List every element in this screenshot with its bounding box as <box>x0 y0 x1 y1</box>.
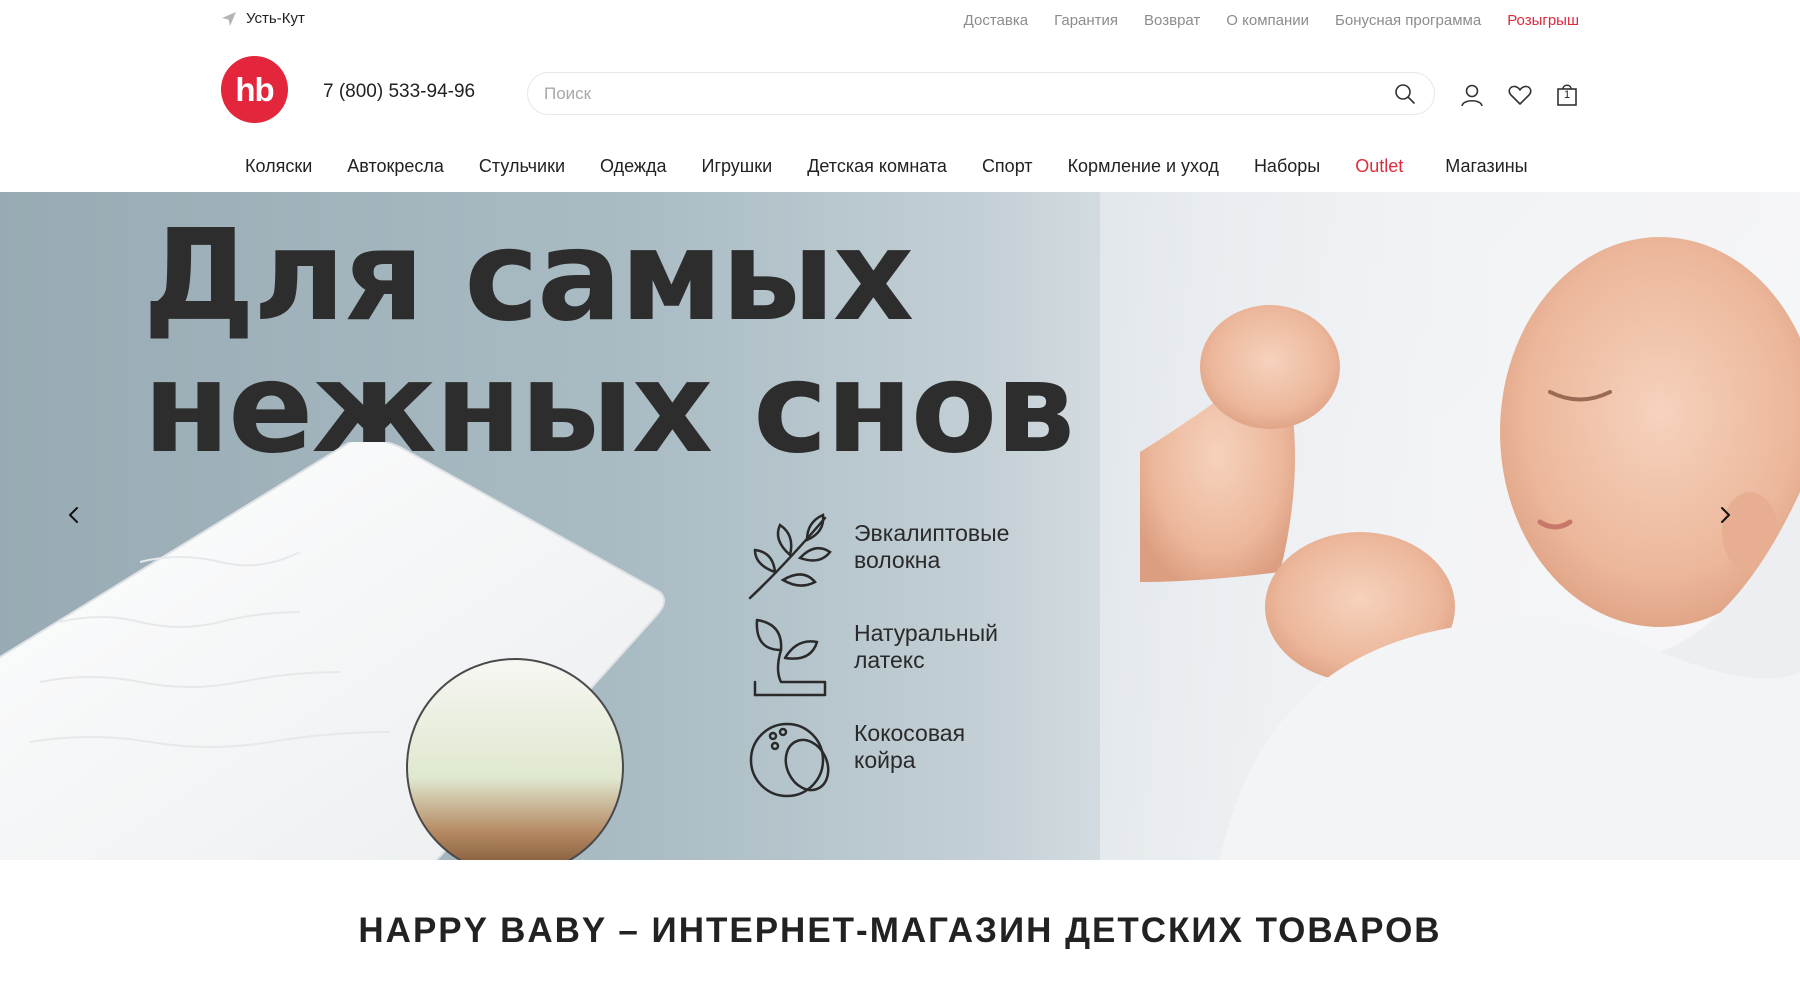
top-link-bonus-program[interactable]: Бонусная программа <box>1335 12 1481 29</box>
nav-item-high-chairs[interactable]: Стульчики <box>479 156 565 177</box>
logo[interactable]: hb <box>221 56 288 123</box>
category-nav: Коляски Автокресла Стульчики Одежда Игру… <box>245 156 1563 177</box>
chevron-right-icon <box>1721 507 1730 523</box>
feature-item: Кокосовая койра <box>745 710 1045 810</box>
nav-item-strollers[interactable]: Коляски <box>245 156 312 177</box>
chevron-left-icon <box>69 507 78 523</box>
feature-text: Эвкалиптовые волокна <box>854 520 1054 574</box>
carousel-next-button[interactable] <box>1709 499 1741 531</box>
eucalyptus-branch-icon <box>748 513 832 600</box>
search-icon[interactable] <box>1394 83 1416 105</box>
location-arrow-icon <box>222 11 236 26</box>
nav-item-outlet[interactable]: Outlet <box>1355 156 1403 177</box>
nav-item-sport[interactable]: Спорт <box>982 156 1033 177</box>
feature-line2: латекс <box>854 647 925 673</box>
top-links: Доставка Гарантия Возврат О компании Бон… <box>964 12 1579 29</box>
search-input[interactable] <box>544 73 1364 114</box>
feature-item: Эвкалиптовые волокна <box>745 510 1045 610</box>
favorites-button[interactable] <box>1507 82 1533 108</box>
nav-item-clothing[interactable]: Одежда <box>600 156 666 177</box>
search-bar <box>527 72 1435 115</box>
cart-button[interactable]: 1 <box>1554 82 1580 108</box>
user-icon <box>1461 84 1483 107</box>
mattress-image <box>0 442 665 860</box>
feature-item: Натуральный латекс <box>745 610 1045 710</box>
nav-item-sets[interactable]: Наборы <box>1254 156 1320 177</box>
cart-count: 1 <box>1563 89 1571 101</box>
top-bar: Усть-Кут Доставка Гарантия Возврат О ком… <box>0 0 1800 42</box>
phone-number[interactable]: 7 (800) 533-94-96 <box>323 81 475 103</box>
top-link-returns[interactable]: Возврат <box>1144 12 1200 29</box>
feature-line1: Кокосовая <box>854 720 966 746</box>
nav-item-kids-room[interactable]: Детская комната <box>807 156 947 177</box>
top-link-giveaway[interactable]: Розыгрыш <box>1507 12 1579 29</box>
logo-text: hb <box>235 70 274 108</box>
nav-item-stores[interactable]: Магазины <box>1445 156 1527 177</box>
top-link-about[interactable]: О компании <box>1226 12 1309 29</box>
feature-text: Натуральный латекс <box>854 620 1054 674</box>
nav-item-feeding-care[interactable]: Кормление и уход <box>1068 156 1219 177</box>
account-button[interactable] <box>1459 82 1485 108</box>
sleeping-baby-image <box>1100 192 1800 860</box>
nav-item-car-seats[interactable]: Автокресла <box>347 156 444 177</box>
feature-text: Кокосовая койра <box>854 720 1054 774</box>
heart-icon <box>1508 85 1532 105</box>
hero-title-line1: Для самых <box>143 202 914 349</box>
feature-line1: Натуральный <box>854 620 998 646</box>
sprout-icon <box>753 618 827 697</box>
feature-line1: Эвкалиптовые <box>854 520 1010 546</box>
city-selector[interactable]: Усть-Кут <box>221 10 305 27</box>
feature-line2: койра <box>854 747 916 773</box>
feature-line2: волокна <box>854 547 941 573</box>
top-link-warranty[interactable]: Гарантия <box>1054 12 1118 29</box>
city-label: Усть-Кут <box>246 10 305 27</box>
feature-list: Эвкалиптовые волокна Натуральный латекс <box>745 510 1045 810</box>
hero-title: Для самых нежных снов <box>143 202 1075 474</box>
top-link-delivery[interactable]: Доставка <box>964 12 1028 29</box>
coconut-icon <box>749 722 830 798</box>
store-heading: HAPPY BABY – ИНТЕРНЕТ-МАГАЗИН ДЕТСКИХ ТО… <box>358 911 1442 950</box>
nav-item-toys[interactable]: Игрушки <box>702 156 773 177</box>
carousel-prev-button[interactable] <box>58 499 90 531</box>
hero-banner[interactable]: Для самых нежных снов Эвкалиптовые волок… <box>0 192 1800 860</box>
